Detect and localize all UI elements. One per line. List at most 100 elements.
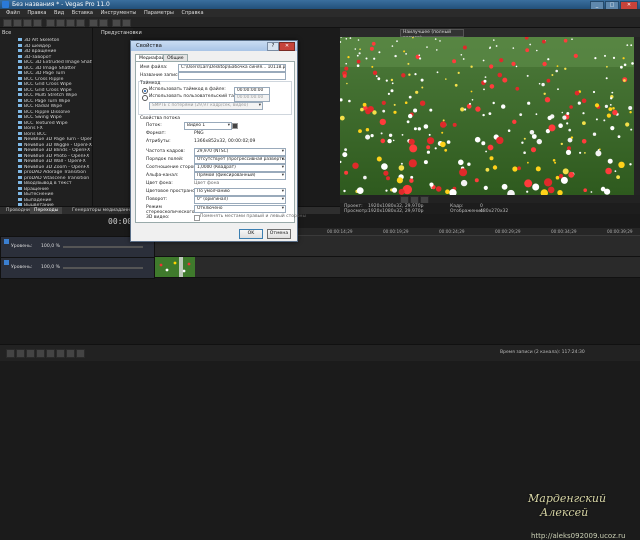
flower-decor: [439, 40, 441, 42]
copy-icon[interactable]: [66, 19, 75, 27]
flower-decor: [552, 159, 556, 162]
redo-icon[interactable]: [99, 19, 108, 27]
swap-sides-label: Поменять местами правый и левый стороны: [200, 214, 307, 219]
envelope-tool-icon[interactable]: [122, 19, 131, 27]
ok-button[interactable]: OK: [239, 229, 263, 239]
flower-decor: [423, 160, 428, 165]
render-icon[interactable]: [46, 19, 55, 27]
menu-edit[interactable]: Правка: [27, 10, 46, 16]
flower-decor: [471, 99, 474, 101]
color-space-select[interactable]: По умолчанию: [194, 188, 286, 196]
pixel-aspect-select[interactable]: 1,0000 (Квадрат): [194, 164, 286, 172]
stream-select[interactable]: Видео 1: [184, 122, 232, 130]
record-icon[interactable]: [6, 349, 15, 358]
preview-quality-dropdown[interactable]: Наилучшее (полный размер): [400, 29, 464, 41]
track-level-slider[interactable]: [63, 246, 143, 248]
transition-item[interactable]: proDAD Adorage Transition: [18, 170, 92, 176]
timecode-format-select[interactable]: SMPTE с потерями (29,97 кадр/сек, видео): [149, 102, 263, 110]
flower-decor: [410, 175, 414, 179]
flower-decor: [349, 37, 352, 39]
flower-decor: [515, 86, 520, 91]
undo-icon[interactable]: [89, 19, 98, 27]
flower-decor: [616, 175, 620, 180]
timecode-file-radio[interactable]: [142, 88, 148, 94]
video-track-lane-2[interactable]: [155, 257, 640, 278]
flower-decor: [421, 86, 424, 89]
edit-tool-icon[interactable]: [112, 19, 121, 27]
record-name-field[interactable]: [178, 72, 286, 80]
track-level-slider[interactable]: [63, 267, 143, 269]
video-clip-event[interactable]: [155, 257, 195, 277]
flower-decor: [555, 69, 558, 73]
fps-select[interactable]: 29,970 (NTSC): [194, 148, 286, 156]
flower-decor: [377, 77, 381, 81]
file-name-label: Имя файла:: [140, 65, 168, 70]
flower-decor: [527, 101, 531, 105]
flower-decor: [391, 45, 394, 47]
cancel-button[interactable]: Отмена: [267, 229, 291, 239]
play-icon[interactable]: [36, 349, 45, 358]
rotation-select[interactable]: 0° (оригинал): [194, 196, 286, 204]
flower-decor: [457, 71, 460, 74]
flower-decor: [535, 166, 541, 172]
timecode-custom-radio[interactable]: [142, 95, 148, 101]
stereo-3d-select[interactable]: Отключено: [194, 205, 286, 213]
flower-decor: [426, 46, 428, 48]
loop-icon[interactable]: [16, 349, 25, 358]
play-from-start-icon[interactable]: [26, 349, 35, 358]
flower-decor: [484, 76, 487, 78]
flower-decor: [436, 49, 438, 51]
help-button[interactable]: ?: [267, 42, 279, 51]
transition-item[interactable]: NewBlue 3D Blinds - OpenFX: [18, 148, 92, 154]
video-track-header[interactable]: Уровень: 100,0 %: [0, 257, 155, 279]
transition-item[interactable]: NewBlue 3D Wall - OpenFX: [18, 159, 92, 165]
flower-decor: [365, 108, 371, 115]
flower-decor: [568, 171, 575, 178]
flower-decor: [363, 175, 367, 180]
flower-decor: [512, 47, 515, 49]
flower-decor: [595, 150, 602, 157]
cut-icon[interactable]: [56, 19, 65, 27]
flower-decor: [566, 112, 570, 115]
flower-decor: [608, 107, 613, 111]
flower-decor: [594, 57, 597, 60]
menu-help[interactable]: Справка: [181, 10, 203, 16]
dialog-close-button[interactable]: ✕: [279, 42, 295, 51]
pause-icon[interactable]: [46, 349, 55, 358]
flower-decor: [434, 38, 437, 40]
timecode-custom-value[interactable]: 00:00:00:00: [234, 94, 270, 102]
stop-icon[interactable]: [56, 349, 65, 358]
flower-decor: [620, 65, 623, 69]
transition-item[interactable]: NewBlue 3D Page Turn - OpenFX: [18, 137, 92, 143]
flower-decor: [536, 138, 542, 145]
vegas-app-icon: [2, 1, 9, 8]
next-frame-icon[interactable]: [76, 349, 85, 358]
prev-frame-icon[interactable]: [66, 349, 75, 358]
transition-item[interactable]: BCC 3D Extruded Image Shatter: [18, 60, 92, 66]
flower-decor: [387, 138, 392, 144]
properties-icon[interactable]: [33, 19, 42, 27]
save-icon[interactable]: [23, 19, 32, 27]
paste-icon[interactable]: [76, 19, 85, 27]
flower-decor: [625, 122, 630, 127]
tree-root[interactable]: Все: [2, 30, 11, 36]
flower-decor: [592, 132, 597, 136]
field-order-select[interactable]: Отсутствует (прогрессивная развертка): [194, 156, 286, 164]
menu-options[interactable]: Параметры: [144, 10, 174, 16]
flower-decor: [372, 110, 377, 115]
menu-insert[interactable]: Вставка: [72, 10, 93, 16]
open-icon[interactable]: [13, 19, 22, 27]
menu-view[interactable]: Вид: [54, 10, 64, 16]
flower-decor: [605, 77, 608, 80]
new-project-icon[interactable]: [3, 19, 12, 27]
flower-decor: [610, 97, 613, 100]
flower-decor: [595, 118, 598, 121]
alpha-select[interactable]: Прямой (фиксированный): [194, 172, 286, 180]
flower-decor: [515, 65, 518, 68]
file-name-field[interactable]: C:\Users\Lari\Desktop\Бабочка синяя... 1…: [178, 64, 286, 72]
save-stream-icon[interactable]: [232, 123, 238, 129]
dialog-title: Свойства: [136, 43, 162, 49]
menu-file[interactable]: Файл: [6, 10, 20, 16]
flower-decor: [511, 61, 516, 66]
menu-tools[interactable]: Инструменты: [101, 10, 137, 16]
